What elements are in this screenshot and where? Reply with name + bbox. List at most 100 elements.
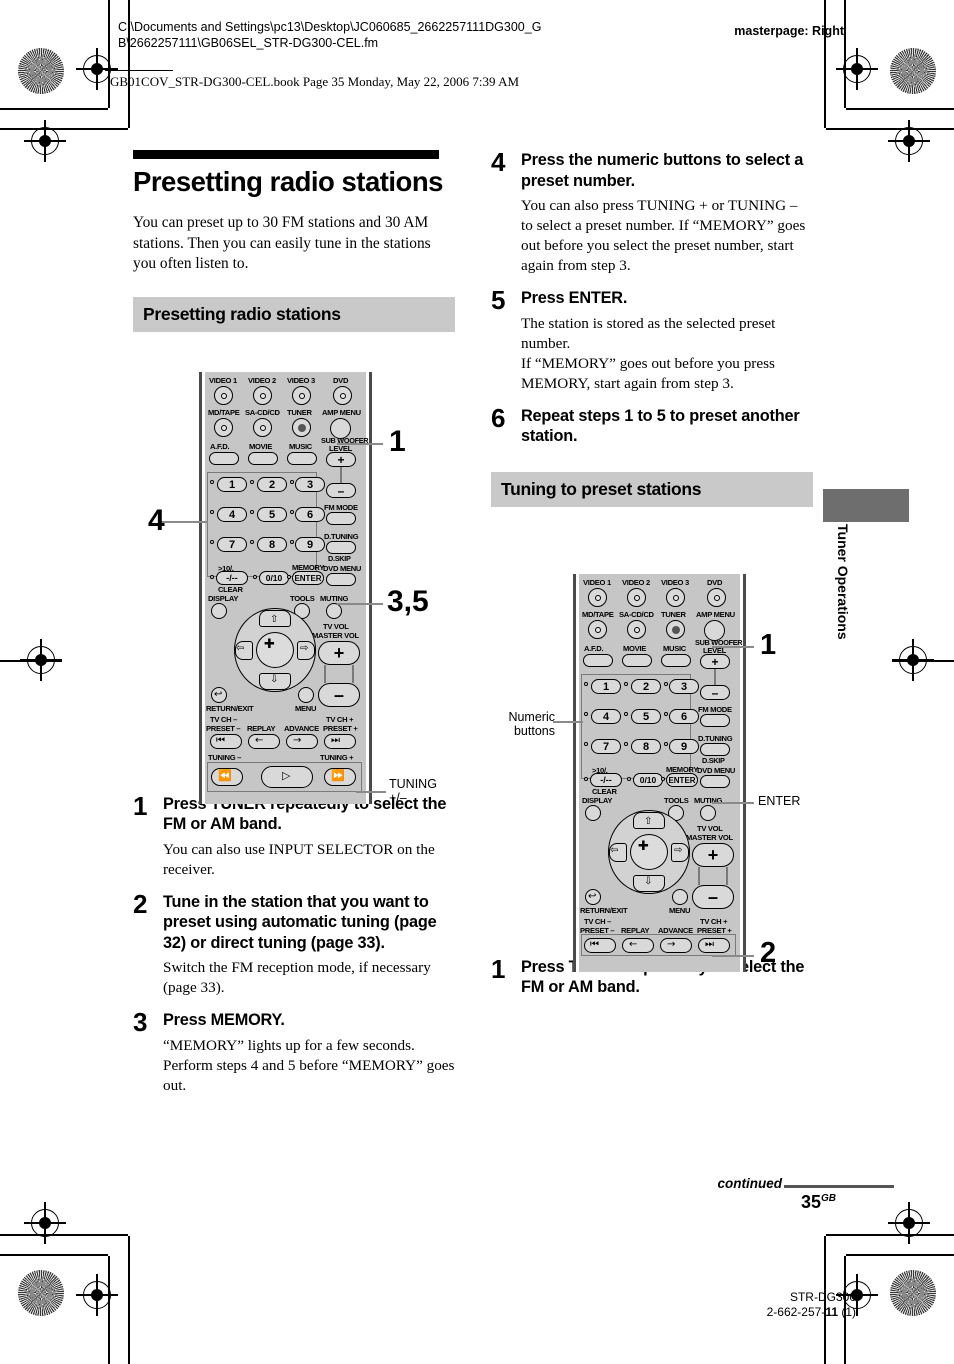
button-movie[interactable] <box>248 452 278 465</box>
step-text: Switch the FM reception mode, if necessa… <box>163 959 431 996</box>
button-numeric-1[interactable]: 1 <box>591 679 621 694</box>
part-number-revision: 11 <box>825 1305 838 1319</box>
button-numeric-7[interactable]: 7 <box>217 537 247 552</box>
callout-leader-r2-1 <box>712 646 754 648</box>
button-dtuning[interactable] <box>700 743 730 756</box>
key-label-tvch-plus: TV CH + <box>700 917 728 926</box>
keypad-dot <box>624 742 628 746</box>
button-enter[interactable]: ENTER <box>666 773 698 787</box>
button-level-plus[interactable]: + <box>326 452 356 467</box>
page-number: 35GB <box>801 1192 836 1213</box>
button-music[interactable] <box>661 654 691 667</box>
button-dtuning[interactable] <box>326 541 356 554</box>
button-volume-down[interactable]: – <box>692 885 734 909</box>
button-numeric-9[interactable]: 9 <box>295 537 325 552</box>
button-zero-10[interactable]: 0/10 <box>259 571 289 585</box>
key-label-clear: CLEAR <box>592 787 617 796</box>
button-dvdmenu[interactable] <box>326 573 356 586</box>
button-numeric-2[interactable]: 2 <box>631 679 661 694</box>
button-numeric-7[interactable]: 7 <box>591 739 621 754</box>
button-center-enter[interactable] <box>256 632 294 668</box>
button-replay[interactable] <box>622 938 654 953</box>
key-label-tvvol: TV VOL <box>697 824 723 833</box>
button-preset-plus[interactable] <box>698 938 730 953</box>
button-advance[interactable] <box>286 734 318 749</box>
key-label-ampmenu: AMP MENU <box>696 610 735 619</box>
connector-line <box>698 867 700 885</box>
button-replay[interactable] <box>248 734 280 749</box>
key-label-preset-minus: PRESET – <box>206 724 241 733</box>
button-preset-minus[interactable] <box>210 734 242 749</box>
page-number-value: 35 <box>800 1192 821 1212</box>
button-numeric-1[interactable]: 1 <box>217 477 247 492</box>
advance-arrow-icon: → <box>667 939 676 950</box>
button-level-plus[interactable]: + <box>700 654 730 669</box>
keypad-dot <box>627 777 631 781</box>
button-volume-up[interactable]: + <box>318 641 360 665</box>
button-mdtape-led <box>595 627 601 633</box>
button-video1-led <box>595 595 601 601</box>
key-label-display: DISPLAY <box>208 594 239 603</box>
skip-forward-icon: ⏭ <box>331 735 340 746</box>
keypad-dot <box>584 682 588 686</box>
button-numeric-8[interactable]: 8 <box>257 537 287 552</box>
skip-back-icon: ⏮ <box>590 939 599 950</box>
button-volume-down[interactable]: – <box>318 683 360 707</box>
button-numeric-3[interactable]: 3 <box>295 477 325 492</box>
step-number: 3 <box>133 1007 148 1037</box>
arrow-right-icon: ⇨ <box>674 845 683 856</box>
button-fmmode[interactable] <box>700 714 730 727</box>
button-level-minus[interactable]: – <box>326 483 356 498</box>
keypad-dot <box>624 682 628 686</box>
button-center-enter[interactable] <box>630 834 668 870</box>
button-dvdmenu[interactable] <box>700 775 730 788</box>
button-numeric-8[interactable]: 8 <box>631 739 661 754</box>
button-numeric-5[interactable]: 5 <box>257 507 287 522</box>
header-rule <box>105 70 173 71</box>
button-dash-dash[interactable]: -/-- <box>216 571 248 585</box>
button-afd[interactable] <box>583 654 613 667</box>
button-preset-plus[interactable] <box>324 734 356 749</box>
button-enter[interactable]: ENTER <box>292 571 324 585</box>
button-mdtape-led <box>221 425 227 431</box>
step-text: “MEMORY” lights up for a few seconds. Pe… <box>163 1036 455 1094</box>
return-arrow-icon: ↩ <box>588 891 597 902</box>
button-numeric-6[interactable]: 6 <box>669 709 699 724</box>
button-display[interactable] <box>211 603 227 619</box>
button-fmmode[interactable] <box>326 512 356 525</box>
button-afd[interactable] <box>209 452 239 465</box>
keypad-dot <box>664 742 668 746</box>
button-video3-led <box>673 595 679 601</box>
key-label-display: DISPLAY <box>582 796 613 805</box>
continued-label: continued <box>717 1176 783 1191</box>
button-music[interactable] <box>287 452 317 465</box>
button-movie[interactable] <box>622 654 652 667</box>
button-muting[interactable] <box>326 603 342 619</box>
callout-label-tuning: TUNING +/– <box>389 777 437 805</box>
button-volume-up[interactable]: + <box>692 843 734 867</box>
button-zero-10[interactable]: 0/10 <box>633 773 663 787</box>
button-numeric-2[interactable]: 2 <box>257 477 287 492</box>
intro-paragraph: You can preset up to 30 FM stations and … <box>133 214 431 272</box>
button-muting[interactable] <box>700 805 716 821</box>
key-label-music: MUSIC <box>289 442 312 451</box>
button-menu[interactable] <box>672 889 688 905</box>
button-numeric-5[interactable]: 5 <box>631 709 661 724</box>
button-numeric-4[interactable]: 4 <box>591 709 621 724</box>
button-numeric-4[interactable]: 4 <box>217 507 247 522</box>
button-menu[interactable] <box>298 687 314 703</box>
button-numeric-6[interactable]: 6 <box>295 507 325 522</box>
key-label-returnexit: RETURN/EXIT <box>580 906 628 915</box>
button-preset-minus[interactable] <box>584 938 616 953</box>
button-numeric-9[interactable]: 9 <box>669 739 699 754</box>
key-label-video3: VIDEO 3 <box>661 578 689 587</box>
step-number: 1 <box>133 790 148 821</box>
replay-arrow-icon: ← <box>255 735 264 746</box>
navigation-pad[interactable]: ⇧ ⇩ ⇦ ⇨ ✚ <box>234 608 316 692</box>
navigation-pad[interactable]: ⇧ ⇩ ⇦ ⇨ ✚ <box>608 810 690 894</box>
button-numeric-3[interactable]: 3 <box>669 679 699 694</box>
button-advance[interactable] <box>660 938 692 953</box>
button-display[interactable] <box>585 805 601 821</box>
button-dash-dash[interactable]: -/-- <box>590 773 622 787</box>
button-level-minus[interactable]: – <box>700 685 730 700</box>
